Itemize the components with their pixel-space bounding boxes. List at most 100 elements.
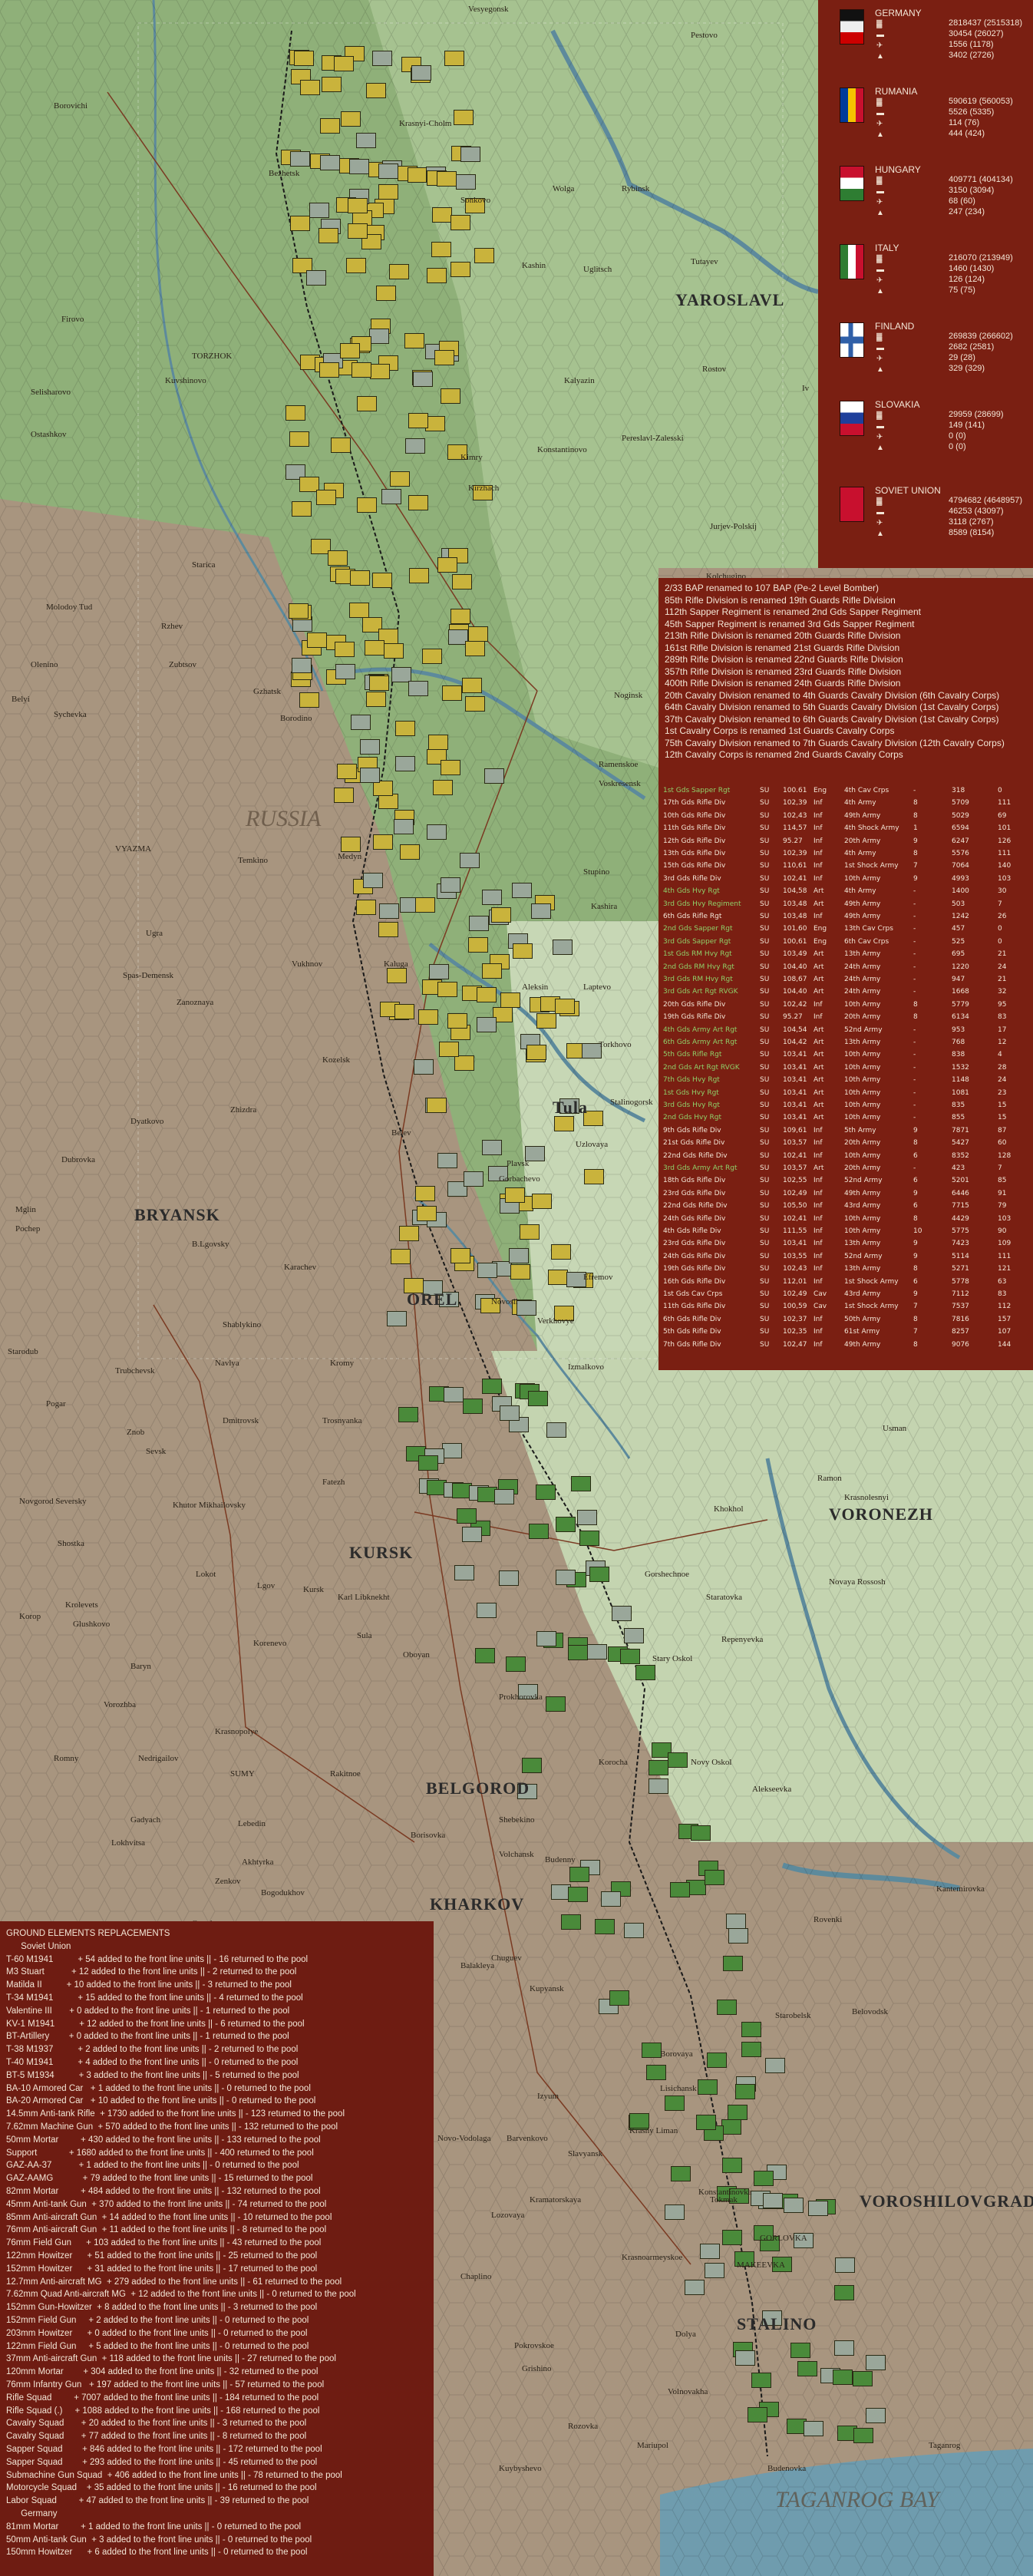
soviet-unit-counter[interactable] bbox=[452, 574, 472, 590]
axis-unit-counter[interactable] bbox=[722, 2158, 742, 2173]
soviet-unit-counter[interactable] bbox=[433, 780, 453, 795]
axis-unit-counter[interactable] bbox=[691, 1825, 711, 1841]
axis-unit-counter[interactable] bbox=[442, 1443, 462, 1458]
axis-unit-counter[interactable] bbox=[587, 1644, 607, 1660]
soviet-unit-counter[interactable] bbox=[378, 922, 398, 937]
axis-unit-counter[interactable] bbox=[427, 824, 447, 840]
axis-unit-counter[interactable] bbox=[705, 2263, 724, 2278]
soviet-unit-counter[interactable] bbox=[454, 110, 474, 125]
axis-unit-counter[interactable] bbox=[635, 1665, 655, 1680]
axis-unit-counter[interactable] bbox=[475, 1648, 495, 1663]
soviet-unit-counter[interactable] bbox=[462, 678, 482, 693]
axis-unit-counter[interactable] bbox=[751, 2373, 771, 2388]
axis-unit-counter[interactable] bbox=[763, 2193, 783, 2208]
axis-unit-counter[interactable] bbox=[556, 1570, 576, 1585]
axis-unit-counter[interactable] bbox=[735, 2084, 755, 2099]
axis-unit-counter[interactable] bbox=[717, 2000, 737, 2015]
axis-unit-counter[interactable] bbox=[569, 1867, 589, 1882]
soviet-unit-counter[interactable] bbox=[318, 228, 338, 243]
soviet-unit-counter[interactable] bbox=[505, 1187, 525, 1203]
axis-unit-counter[interactable] bbox=[360, 768, 380, 783]
axis-unit-counter[interactable] bbox=[460, 147, 480, 162]
axis-unit-counter[interactable] bbox=[482, 890, 502, 905]
soviet-unit-counter[interactable] bbox=[373, 781, 393, 796]
axis-unit-counter[interactable] bbox=[665, 2095, 685, 2111]
soviet-unit-counter[interactable] bbox=[348, 198, 368, 213]
axis-unit-counter[interactable] bbox=[464, 1171, 483, 1187]
soviet-unit-counter[interactable] bbox=[300, 80, 320, 95]
axis-unit-counter[interactable] bbox=[494, 1489, 514, 1504]
soviet-unit-counter[interactable] bbox=[337, 764, 357, 779]
axis-unit-counter[interactable] bbox=[577, 1510, 597, 1525]
soviet-unit-counter[interactable] bbox=[500, 992, 520, 1008]
soviet-unit-counter[interactable] bbox=[366, 83, 386, 98]
axis-unit-counter[interactable] bbox=[784, 2198, 804, 2213]
axis-unit-counter[interactable] bbox=[349, 159, 369, 174]
soviet-unit-counter[interactable] bbox=[468, 626, 488, 642]
axis-unit-counter[interactable] bbox=[624, 1923, 644, 1938]
soviet-unit-counter[interactable] bbox=[418, 1009, 438, 1025]
axis-unit-counter[interactable] bbox=[741, 2042, 761, 2057]
axis-unit-counter[interactable] bbox=[853, 2371, 873, 2386]
axis-unit-counter[interactable] bbox=[790, 2343, 810, 2358]
soviet-unit-counter[interactable] bbox=[335, 642, 355, 657]
axis-unit-counter[interactable] bbox=[516, 1300, 536, 1316]
axis-unit-counter[interactable] bbox=[797, 2361, 817, 2376]
soviet-unit-counter[interactable] bbox=[536, 1013, 556, 1029]
axis-unit-counter[interactable] bbox=[754, 2171, 774, 2186]
soviet-unit-counter[interactable] bbox=[331, 438, 351, 453]
axis-unit-counter[interactable] bbox=[429, 964, 449, 979]
axis-unit-counter[interactable] bbox=[646, 2065, 666, 2080]
soviet-unit-counter[interactable] bbox=[395, 721, 415, 736]
axis-unit-counter[interactable] bbox=[437, 1153, 457, 1168]
soviet-unit-counter[interactable] bbox=[548, 1270, 568, 1285]
axis-unit-counter[interactable] bbox=[306, 270, 326, 286]
soviet-unit-counter[interactable] bbox=[437, 171, 457, 187]
soviet-unit-counter[interactable] bbox=[390, 471, 410, 487]
axis-unit-counter[interactable] bbox=[378, 163, 398, 179]
axis-unit-counter[interactable] bbox=[394, 819, 414, 834]
axis-unit-counter[interactable] bbox=[835, 2257, 855, 2273]
soviet-unit-counter[interactable] bbox=[334, 56, 354, 71]
axis-unit-counter[interactable] bbox=[460, 853, 480, 868]
soviet-unit-counter[interactable] bbox=[450, 215, 470, 230]
axis-unit-counter[interactable] bbox=[363, 873, 383, 888]
soviet-unit-counter[interactable] bbox=[477, 987, 497, 1002]
soviet-unit-counter[interactable] bbox=[391, 1249, 411, 1264]
soviet-unit-counter[interactable] bbox=[320, 118, 340, 134]
axis-unit-counter[interactable] bbox=[609, 1990, 629, 2006]
soviet-unit-counter[interactable] bbox=[307, 632, 327, 648]
soviet-unit-counter[interactable] bbox=[428, 735, 448, 750]
axis-unit-counter[interactable] bbox=[391, 667, 411, 682]
axis-unit-counter[interactable] bbox=[705, 1870, 724, 1885]
soviet-unit-counter[interactable] bbox=[551, 1244, 571, 1260]
soviet-unit-counter[interactable] bbox=[378, 794, 398, 809]
soviet-unit-counter[interactable] bbox=[289, 603, 309, 619]
axis-unit-counter[interactable] bbox=[620, 1649, 640, 1664]
axis-unit-counter[interactable] bbox=[456, 174, 476, 190]
soviet-unit-counter[interactable] bbox=[447, 1013, 467, 1029]
axis-unit-counter[interactable] bbox=[414, 1059, 434, 1075]
soviet-unit-counter[interactable] bbox=[432, 207, 452, 223]
soviet-unit-counter[interactable] bbox=[404, 333, 424, 348]
soviet-unit-counter[interactable] bbox=[526, 1045, 546, 1060]
soviet-unit-counter[interactable] bbox=[341, 837, 361, 852]
axis-unit-counter[interactable] bbox=[290, 151, 310, 167]
axis-unit-counter[interactable] bbox=[536, 1631, 556, 1646]
soviet-unit-counter[interactable] bbox=[334, 788, 354, 803]
soviet-unit-counter[interactable] bbox=[468, 937, 488, 953]
soviet-unit-counter[interactable] bbox=[450, 1248, 470, 1263]
axis-unit-counter[interactable] bbox=[499, 1570, 519, 1586]
soviet-unit-counter[interactable] bbox=[437, 982, 457, 997]
soviet-unit-counter[interactable] bbox=[341, 111, 361, 127]
soviet-unit-counter[interactable] bbox=[408, 495, 428, 510]
axis-unit-counter[interactable] bbox=[670, 1882, 690, 1897]
soviet-unit-counter[interactable] bbox=[441, 388, 460, 404]
axis-unit-counter[interactable] bbox=[696, 2115, 716, 2130]
axis-unit-counter[interactable] bbox=[335, 664, 355, 679]
soviet-unit-counter[interactable] bbox=[328, 550, 348, 566]
axis-unit-counter[interactable] bbox=[381, 489, 401, 504]
soviet-unit-counter[interactable] bbox=[349, 603, 369, 618]
soviet-unit-counter[interactable] bbox=[431, 242, 451, 257]
axis-unit-counter[interactable] bbox=[728, 2105, 748, 2120]
